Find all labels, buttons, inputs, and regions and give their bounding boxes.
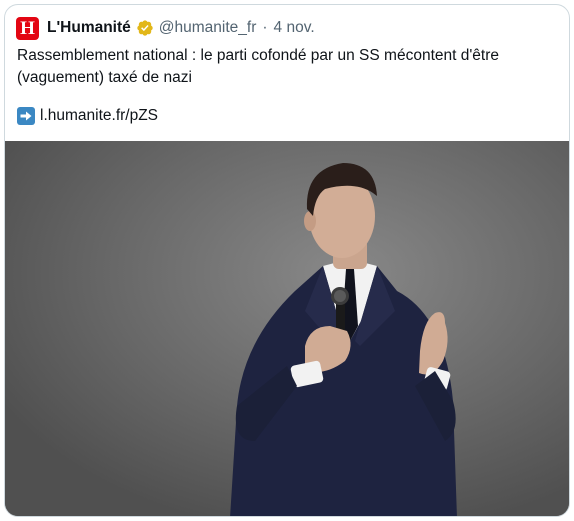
user-handle[interactable]: @humanite_fr: [159, 19, 257, 37]
tweet-header: H L'Humanité @humanite_fr · 4 nov.: [16, 16, 315, 40]
tweet-image[interactable]: [5, 141, 569, 516]
tweet-text: Rassemblement national : le parti cofond…: [17, 47, 500, 86]
tweet-card[interactable]: H L'Humanité @humanite_fr · 4 nov. Rasse…: [4, 4, 570, 517]
tweet-date[interactable]: 4 nov.: [274, 19, 315, 37]
avatar-letter: H: [20, 17, 35, 39]
tweet-link[interactable]: l.humanite.fr/pZS: [40, 107, 158, 125]
right-arrow-icon: [17, 107, 35, 125]
tweet-link-row[interactable]: l.humanite.fr/pZS: [17, 105, 158, 127]
display-name[interactable]: L'Humanité: [47, 19, 131, 37]
avatar[interactable]: H: [16, 16, 39, 40]
speaker-photo: [5, 141, 569, 516]
verified-badge-icon: [136, 19, 154, 37]
separator-dot: ·: [262, 19, 268, 36]
